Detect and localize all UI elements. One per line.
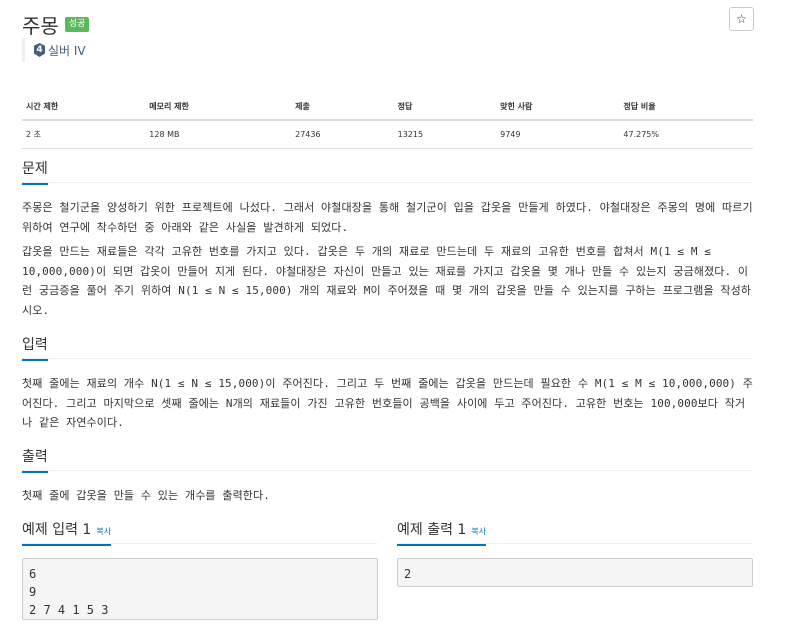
time-limit-value: 2 초 <box>22 120 146 149</box>
tier-icon: 4 <box>34 43 45 57</box>
problem-title: 주몽 <box>22 14 59 38</box>
problem-description-1: 주몽은 철기군을 양성하기 위한 프로젝트에 나섰다. 그래서 야철대장을 통해… <box>22 201 753 234</box>
sample-output-label: 예제 출력 1 <box>397 522 467 538</box>
output-section-header: 출력 <box>22 446 753 473</box>
problem-info-table: 시간 제한 메모리 제한 제출 정답 맞힌 사람 정답 비율 2 초 128 M… <box>22 94 753 149</box>
star-button[interactable]: ☆ <box>729 7 754 31</box>
output-description: 첫째 줄에 갑옷을 만들 수 있는 개수를 출력한다. <box>22 489 270 502</box>
sample-input-label: 예제 입력 1 <box>22 522 92 538</box>
sample-input-box[interactable]: 6 9 2 7 4 1 5 3 <box>22 558 378 620</box>
accept-rate-value: 47.275% <box>619 120 753 149</box>
problem-section-header: 문제 <box>22 158 753 185</box>
title-row: 주몽 성공 <box>22 10 90 39</box>
copy-output-button[interactable]: 복사 <box>471 527 486 536</box>
accepted-value: 13215 <box>393 120 497 149</box>
table-row: 2 초 128 MB 27436 13215 9749 47.275% <box>22 120 753 149</box>
sample-output-title: 예제 출력 1 복사 <box>397 519 487 546</box>
input-section-header: 입력 <box>22 334 753 361</box>
sample-output-header: 예제 출력 1 복사 <box>397 519 752 546</box>
input-description: 첫째 줄에는 재료의 개수 N(1 ≤ N ≤ 15,000)이 주어진다. 그… <box>22 377 753 429</box>
table-header-row: 시간 제한 메모리 제한 제출 정답 맞힌 사람 정답 비율 <box>22 94 753 121</box>
tier-label: 실버 IV <box>48 43 86 58</box>
header-solved-users: 맞힌 사람 <box>496 94 620 121</box>
copy-input-button[interactable]: 복사 <box>96 527 111 536</box>
output-section-title: 출력 <box>22 446 48 473</box>
solved-users-value: 9749 <box>496 120 620 149</box>
header-memory-limit: 메모리 제한 <box>145 94 292 121</box>
submissions-value: 27436 <box>291 120 394 149</box>
memory-limit-value: 128 MB <box>145 120 292 149</box>
input-section-title: 입력 <box>22 334 48 361</box>
problem-description-2: 갑옷을 만드는 재료들은 각각 고유한 번호를 가지고 있다. 갑옷은 두 개의… <box>22 245 752 317</box>
sample-input-title: 예제 입력 1 복사 <box>22 519 112 546</box>
sample-output-box[interactable]: 2 <box>397 558 753 587</box>
header-submissions: 제출 <box>291 94 394 121</box>
header-accepted: 정답 <box>393 94 497 121</box>
header-accept-rate: 정답 비율 <box>619 94 753 121</box>
header-time-limit: 시간 제한 <box>22 94 146 121</box>
tier-indicator: 4 실버 IV <box>22 38 86 62</box>
sample-input-header: 예제 입력 1 복사 <box>22 519 377 546</box>
status-badge: 성공 <box>64 17 90 32</box>
problem-section-title: 문제 <box>22 158 48 185</box>
